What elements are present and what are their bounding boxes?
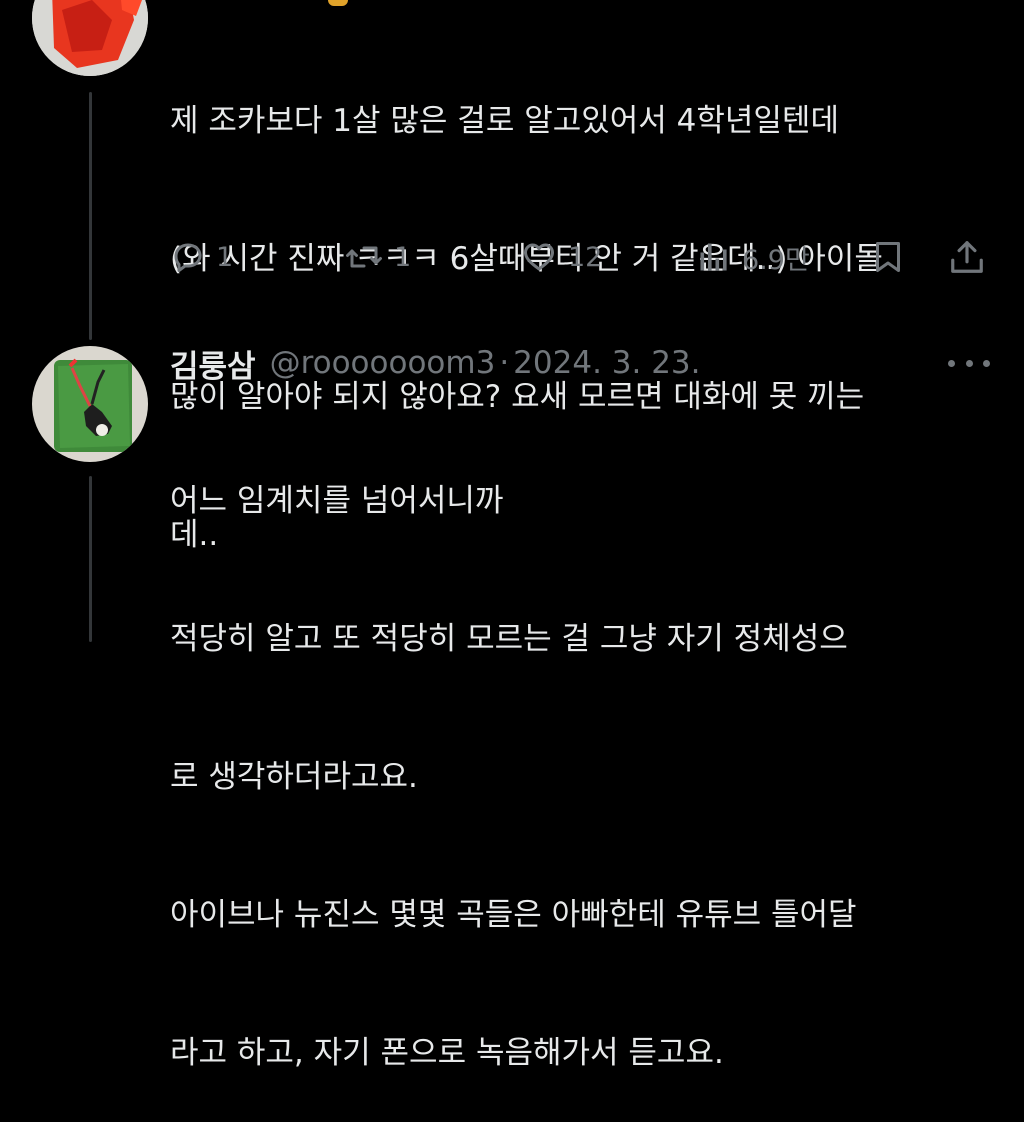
tweet2-line: 어느 임계치를 넘어서니까 <box>170 483 504 519</box>
thread-line-tweet2 <box>89 476 92 642</box>
tweet2-line: 라고 하고, 자기 폰으로 녹음해가서 듣고요. <box>170 1035 724 1071</box>
bookmark-button[interactable] <box>870 232 906 282</box>
tweet2-line: 아이브나 뉴진스 몇몇 곡들은 아빠한테 유튜브 틀어달 <box>170 897 857 933</box>
bookmark-icon <box>876 242 900 272</box>
tweet2-line: 로 생각하더라고요. <box>170 759 418 795</box>
tweet2-header: 김룽삼 @rooooooom3 · 2024. 3. 23. <box>170 340 701 386</box>
display-name[interactable]: 김룽삼 <box>170 341 256 386</box>
tweet2-line: 적당히 알고 또 적당히 모르는 걸 그냥 자기 정체성으 <box>170 621 848 657</box>
separator: · <box>499 345 510 381</box>
avatar-tweet2[interactable] <box>32 346 148 462</box>
retweet-button[interactable]: 1 <box>344 232 411 282</box>
avatar-image <box>32 0 148 76</box>
retweet-icon <box>346 246 382 268</box>
heart-icon <box>524 243 554 271</box>
tweet2-text: 어느 임계치를 넘어서니까 적당히 알고 또 적당히 모르는 걸 그냥 자기 정… <box>170 386 857 1122</box>
views-button[interactable]: 6.9만 <box>696 232 810 282</box>
tweet1-line: 제 조카보다 1살 많은 걸로 알고있어서 4학년일텐데 <box>170 103 839 139</box>
more-dot-icon <box>965 359 973 367</box>
views-count: 6.9만 <box>742 244 810 276</box>
reply-count: 1 <box>216 241 234 273</box>
share-button[interactable] <box>948 232 986 282</box>
handle[interactable]: @rooooooom3 <box>270 345 496 381</box>
retweet-count: 1 <box>394 241 412 273</box>
more-dot-icon <box>983 359 990 367</box>
more-dot-icon <box>948 359 955 367</box>
like-count: 12 <box>568 241 603 273</box>
tweet-date[interactable]: 2024. 3. 23. <box>513 345 700 381</box>
avatar-tweet1[interactable] <box>32 0 148 76</box>
reply-icon <box>174 243 202 272</box>
avatar-image <box>32 346 148 462</box>
like-button[interactable]: 12 <box>520 232 602 282</box>
analytics-icon <box>700 243 727 271</box>
share-icon <box>951 241 983 273</box>
thread-line-tweet1 <box>89 92 92 340</box>
reply-button[interactable]: 1 <box>170 232 233 282</box>
tweet1-action-bar: 1 1 12 6.9만 <box>170 232 1000 282</box>
more-options-button[interactable] <box>948 350 990 376</box>
